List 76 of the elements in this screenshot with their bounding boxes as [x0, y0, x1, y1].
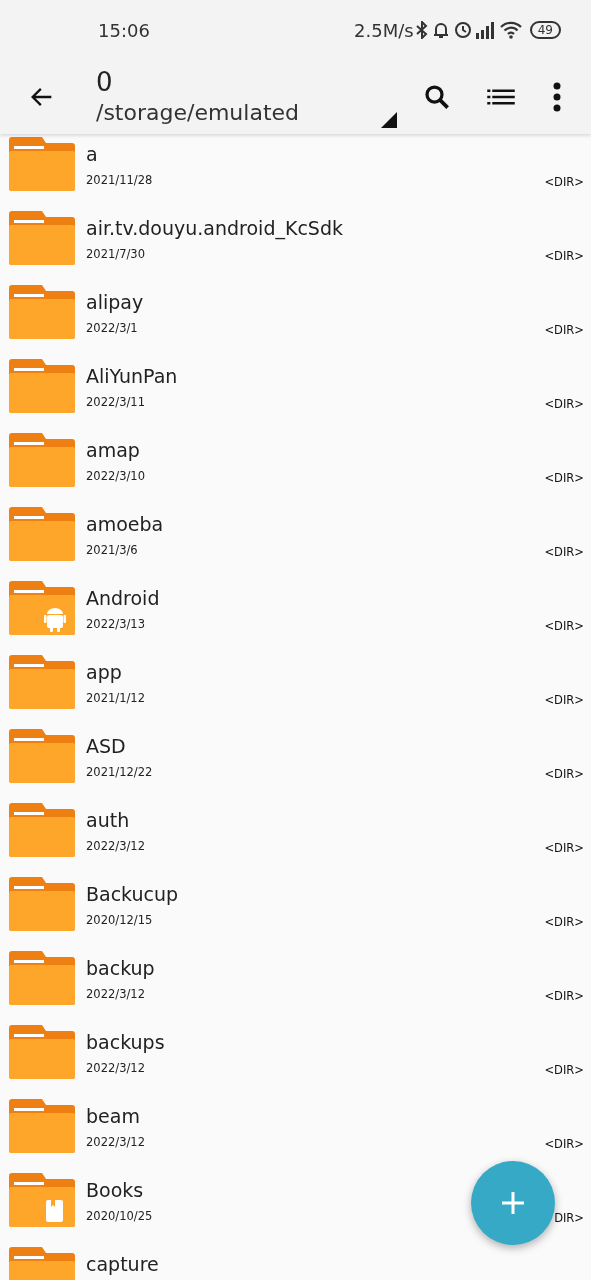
plus-icon	[500, 1190, 526, 1216]
folder-name[interactable]: Android	[86, 586, 591, 610]
folder-icon	[9, 951, 75, 1005]
search-icon	[422, 82, 452, 112]
folder-name[interactable]: backup	[86, 956, 591, 980]
modified-date: 2020/12/15	[86, 913, 154, 927]
folder-icon	[9, 729, 75, 783]
file-type: DIR>	[554, 1211, 584, 1225]
file-type: <DIR>	[544, 1137, 584, 1151]
clock-time: 15:06	[98, 19, 151, 41]
folder-name[interactable]: Backucup	[86, 882, 591, 906]
folder-name[interactable]: auth	[86, 808, 591, 832]
folder-name[interactable]: AliYunPan	[86, 364, 591, 388]
file-type: <DIR>	[544, 915, 584, 929]
file-type: <DIR>	[544, 1063, 584, 1077]
folder-icon	[9, 359, 75, 413]
modified-date: 2021/7/30	[86, 247, 146, 261]
folder-name[interactable]: app	[86, 660, 591, 684]
modified-date: 2022/3/12	[86, 987, 146, 1001]
modified-date: 2021/3/6	[86, 543, 139, 557]
folder-name[interactable]: amap	[86, 438, 591, 462]
modified-date: 2021/12/22	[86, 765, 154, 779]
bell-icon	[431, 21, 450, 39]
file-type: <DIR>	[544, 323, 584, 337]
folder-name[interactable]: alipay	[86, 290, 591, 314]
folder-icon	[9, 877, 75, 931]
file-type: <DIR>	[544, 471, 584, 485]
signal-icon	[475, 21, 496, 39]
file-type: <DIR>	[544, 397, 584, 411]
file-type: <DIR>	[544, 619, 584, 633]
file-type: <DIR>	[544, 693, 584, 707]
folder-icon	[9, 1173, 75, 1227]
file-type: <DIR>	[544, 989, 584, 1003]
modified-date: 2022/3/1	[86, 321, 139, 335]
folder-path: /storage/emulated	[96, 99, 300, 127]
folder-icon	[9, 1099, 75, 1153]
dropdown-icon[interactable]	[381, 112, 397, 128]
modified-date: 2020/10/25	[86, 1209, 154, 1223]
folder-name[interactable]: Books	[86, 1178, 591, 1202]
folder-name[interactable]: capture	[86, 1252, 591, 1276]
bluetooth-icon	[415, 21, 428, 39]
wifi-icon	[499, 21, 522, 39]
modified-date: 2021/11/28	[86, 173, 154, 187]
modified-date: 2022/3/12	[86, 839, 146, 853]
folder-icon	[9, 507, 75, 561]
file-type: <DIR>	[544, 841, 584, 855]
more-icon	[552, 82, 562, 112]
folder-name[interactable]: ASD	[86, 734, 591, 758]
modified-date: 2022/3/13	[86, 617, 146, 631]
folder-icon	[9, 211, 75, 265]
file-type: <DIR>	[544, 767, 584, 781]
modified-date: 2022/3/10	[86, 469, 146, 483]
file-type: <DIR>	[544, 249, 584, 263]
folder-name[interactable]: a	[86, 142, 591, 166]
file-type: <DIR>	[544, 175, 584, 189]
battery-level: 49	[529, 21, 561, 39]
modified-date: 2022/3/12	[86, 1061, 146, 1075]
modified-date: 2022/3/12	[86, 1135, 146, 1149]
folder-icon	[9, 285, 75, 339]
folder-icon	[9, 581, 75, 635]
folder-icon	[9, 433, 75, 487]
alarm-icon	[453, 21, 472, 39]
network-speed: 2.5M/s	[354, 19, 414, 41]
add-button[interactable]	[471, 1161, 555, 1245]
file-type: <DIR>	[544, 545, 584, 559]
folder-icon	[9, 137, 75, 191]
folder-name[interactable]: backups	[86, 1030, 591, 1054]
folder-icon	[9, 1025, 75, 1079]
folder-icon	[9, 803, 75, 857]
folder-name[interactable]: amoeba	[86, 512, 591, 536]
folder-name[interactable]: beam	[86, 1104, 591, 1128]
storage-title: 0	[96, 66, 114, 98]
modified-date: 2022/3/11	[86, 395, 146, 409]
modified-date: 2021/1/12	[86, 691, 146, 705]
folder-icon	[9, 655, 75, 709]
folder-name[interactable]: air.tv.douyu.android_KcSdk	[86, 216, 591, 240]
